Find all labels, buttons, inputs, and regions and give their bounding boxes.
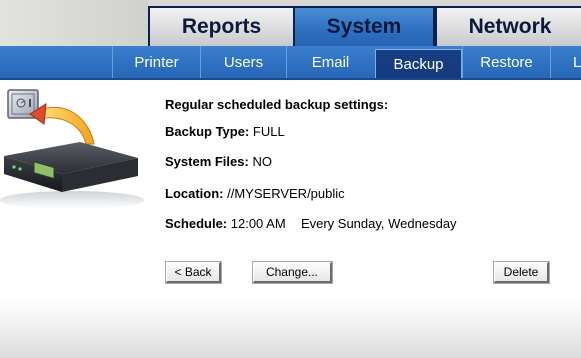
- curved-arrow-icon: [29, 103, 95, 145]
- top-tab-bar: Reports System Network: [0, 0, 581, 46]
- location-value: //MYSERVER/public: [227, 186, 345, 201]
- backup-type-value: FULL: [252, 124, 285, 139]
- location-label: Location:: [165, 186, 224, 201]
- top-bar-left-fill: [0, 0, 148, 46]
- schedule-row: Schedule: 12:00 AM Every Sunday, Wednesd…: [165, 216, 457, 231]
- backup-illustration: [0, 82, 150, 212]
- tab-reports[interactable]: Reports: [148, 6, 295, 46]
- delete-button[interactable]: Delete: [493, 261, 550, 284]
- subtab-email[interactable]: Email: [286, 46, 374, 78]
- subtab-printer[interactable]: Printer: [112, 46, 200, 78]
- location-row: Location: //MYSERVER/public: [165, 186, 345, 201]
- subtab-more[interactable]: L: [550, 46, 581, 78]
- backup-type-label: Backup Type:: [165, 124, 250, 139]
- nas-device-icon: [0, 142, 144, 209]
- subtab-backup[interactable]: Backup: [375, 49, 462, 78]
- back-button[interactable]: < Back: [165, 261, 222, 284]
- system-files-row: System Files: NO: [165, 154, 272, 169]
- change-button[interactable]: Change...: [252, 261, 333, 284]
- system-files-label: System Files:: [165, 154, 249, 169]
- backup-type-row: Backup Type: FULL: [165, 124, 285, 139]
- subtab-users[interactable]: Users: [200, 46, 286, 78]
- system-files-value: NO: [252, 154, 272, 169]
- tab-network[interactable]: Network: [435, 6, 581, 46]
- settings-heading: Regular scheduled backup settings:: [165, 97, 389, 112]
- schedule-days: Every Sunday, Wednesday: [300, 216, 457, 231]
- bottom-fade: [0, 300, 581, 358]
- sub-tab-bar: Printer Users Email Backup Restore L: [0, 46, 581, 80]
- schedule-time: 12:00 AM: [230, 216, 286, 231]
- schedule-label: Schedule:: [165, 216, 228, 231]
- subtab-restore[interactable]: Restore: [462, 46, 550, 78]
- tab-system[interactable]: System: [293, 6, 435, 46]
